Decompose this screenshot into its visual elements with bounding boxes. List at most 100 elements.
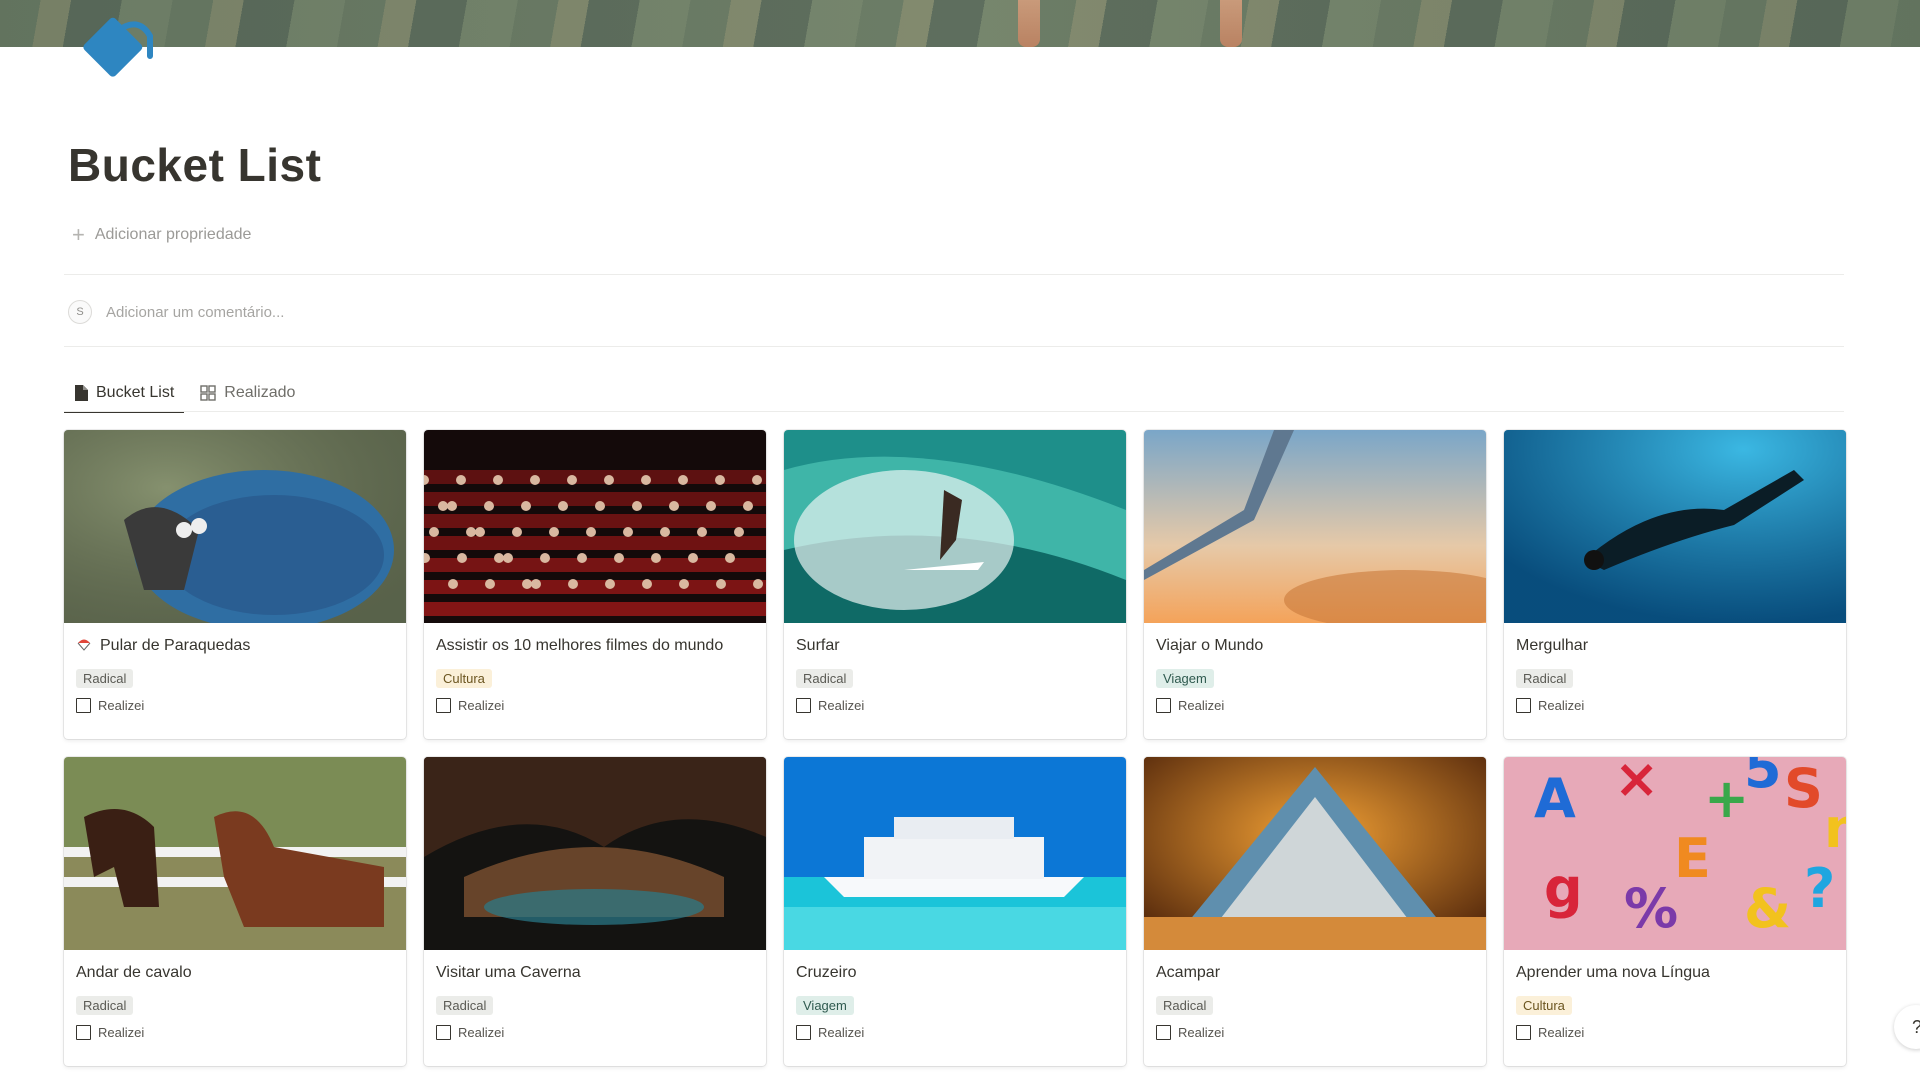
svg-text:?: ? bbox=[1804, 857, 1835, 920]
card-cover-image bbox=[64, 757, 406, 950]
checkbox-label: Realizei bbox=[98, 1025, 145, 1040]
checkbox-label: Realizei bbox=[98, 698, 145, 713]
realizei-checkbox-row[interactable]: Realizei bbox=[796, 698, 1114, 713]
checkbox-label: Realizei bbox=[818, 1025, 865, 1040]
tag-badge: Cultura bbox=[436, 669, 492, 688]
card-title: Surfar bbox=[796, 637, 840, 654]
document-icon bbox=[75, 385, 88, 401]
page-cover[interactable] bbox=[0, 0, 1920, 47]
svg-text:n: n bbox=[1824, 797, 1846, 860]
card-cover-image bbox=[424, 757, 766, 950]
svg-text:&: & bbox=[1744, 877, 1791, 940]
card-title: Acampar bbox=[1156, 964, 1221, 981]
avatar: S bbox=[68, 300, 92, 324]
gallery-icon bbox=[200, 385, 216, 401]
realizei-checkbox-row[interactable]: Realizei bbox=[436, 698, 754, 713]
paint-bucket-icon[interactable] bbox=[70, 10, 160, 90]
realizei-checkbox[interactable] bbox=[436, 1025, 451, 1040]
cover-legs bbox=[1018, 0, 1040, 47]
tag-badge: Radical bbox=[436, 996, 494, 1015]
card-title: Viajar o Mundo bbox=[1156, 637, 1264, 654]
tag-badge: Radical bbox=[76, 996, 134, 1015]
tab-bucket-list[interactable]: Bucket List bbox=[64, 374, 185, 413]
card-title: Cruzeiro bbox=[796, 964, 857, 981]
checkbox-label: Realizei bbox=[458, 1025, 505, 1040]
comment-input[interactable]: S Adicionar um comentário... bbox=[68, 300, 284, 324]
checkbox-label: Realizei bbox=[1538, 698, 1585, 713]
tab-label: Bucket List bbox=[96, 384, 175, 401]
checkbox-label: Realizei bbox=[1178, 698, 1225, 713]
tag-badge: Cultura bbox=[1516, 996, 1572, 1015]
realizei-checkbox-row[interactable]: Realizei bbox=[76, 1025, 394, 1040]
svg-text:S: S bbox=[1784, 757, 1823, 820]
realizei-checkbox-row[interactable]: Realizei bbox=[436, 1025, 754, 1040]
card-cover-image bbox=[1504, 430, 1846, 623]
page-title[interactable]: Bucket List bbox=[68, 138, 321, 192]
gallery-card[interactable]: Andar de cavalo Radical Realizei bbox=[64, 757, 406, 1066]
add-property-button[interactable]: + Adicionar propriedade bbox=[72, 224, 251, 246]
gallery-card[interactable]: Acampar Radical Realizei bbox=[1144, 757, 1486, 1066]
tag-badge: Radical bbox=[1156, 996, 1214, 1015]
gallery-card[interactable]: A S E? +5 n g ×% & Aprender uma nova Língua Cultu… bbox=[1504, 757, 1846, 1066]
card-title: Pular de Paraquedas bbox=[76, 635, 394, 657]
card-title: Andar de cavalo bbox=[76, 964, 192, 981]
tag-badge: Viagem bbox=[1156, 669, 1214, 688]
realizei-checkbox[interactable] bbox=[1156, 698, 1171, 713]
tab-label: Realizado bbox=[224, 384, 296, 401]
svg-text:A: A bbox=[1534, 767, 1576, 830]
gallery-card[interactable]: Visitar uma Caverna Radical Realizei bbox=[424, 757, 766, 1066]
gallery-card[interactable]: Pular de Paraquedas Radical Realizei bbox=[64, 430, 406, 739]
help-button[interactable]: ? bbox=[1894, 1005, 1920, 1049]
tag-badge: Radical bbox=[796, 669, 854, 688]
tab-realizado[interactable]: Realizado bbox=[190, 374, 305, 412]
plus-icon: + bbox=[72, 222, 85, 247]
divider bbox=[64, 274, 1844, 275]
divider bbox=[64, 346, 1844, 347]
divider bbox=[64, 411, 1844, 412]
checkbox-label: Realizei bbox=[818, 698, 865, 713]
realizei-checkbox-row[interactable]: Realizei bbox=[1156, 698, 1474, 713]
realizei-checkbox[interactable] bbox=[796, 1025, 811, 1040]
tag-badge: Radical bbox=[1516, 669, 1574, 688]
card-cover-image bbox=[784, 430, 1126, 623]
realizei-checkbox[interactable] bbox=[76, 1025, 91, 1040]
card-cover-image bbox=[424, 430, 766, 623]
svg-text:5: 5 bbox=[1744, 757, 1782, 800]
realizei-checkbox[interactable] bbox=[1516, 698, 1531, 713]
svg-text:E: E bbox=[1674, 827, 1711, 890]
comment-placeholder: Adicionar um comentário... bbox=[106, 303, 285, 321]
gallery-card[interactable]: Mergulhar Radical Realizei bbox=[1504, 430, 1846, 739]
card-cover-image bbox=[1144, 757, 1486, 950]
gallery-card[interactable]: Assistir os 10 melhores filmes do mundo C… bbox=[424, 430, 766, 739]
gallery-card[interactable]: Cruzeiro Viagem Realizei bbox=[784, 757, 1126, 1066]
card-title: Mergulhar bbox=[1516, 637, 1589, 654]
realizei-checkbox-row[interactable]: Realizei bbox=[796, 1025, 1114, 1040]
cover-legs bbox=[1220, 0, 1242, 47]
realizei-checkbox[interactable] bbox=[1516, 1025, 1531, 1040]
realizei-checkbox[interactable] bbox=[76, 698, 91, 713]
realizei-checkbox-row[interactable]: Realizei bbox=[1516, 698, 1834, 713]
gallery-card[interactable]: Viajar o Mundo Viagem Realizei bbox=[1144, 430, 1486, 739]
realizei-checkbox-row[interactable]: Realizei bbox=[76, 698, 394, 713]
parachute-icon bbox=[76, 636, 92, 657]
checkbox-label: Realizei bbox=[1178, 1025, 1225, 1040]
realizei-checkbox[interactable] bbox=[436, 698, 451, 713]
card-title: Assistir os 10 melhores filmes do mundo bbox=[436, 637, 724, 654]
realizei-checkbox[interactable] bbox=[796, 698, 811, 713]
checkbox-label: Realizei bbox=[1538, 1025, 1585, 1040]
card-title: Visitar uma Caverna bbox=[436, 964, 581, 981]
svg-text:+: + bbox=[1704, 767, 1749, 830]
svg-text:g: g bbox=[1544, 857, 1583, 920]
realizei-checkbox-row[interactable]: Realizei bbox=[1516, 1025, 1834, 1040]
svg-text:×: × bbox=[1614, 757, 1659, 810]
gallery-card[interactable]: Surfar Radical Realizei bbox=[784, 430, 1126, 739]
tag-badge: Radical bbox=[76, 669, 134, 688]
add-property-label: Adicionar propriedade bbox=[94, 226, 252, 243]
card-cover-image bbox=[1144, 430, 1486, 623]
card-title: Aprender uma nova Língua bbox=[1516, 964, 1710, 981]
realizei-checkbox[interactable] bbox=[1156, 1025, 1171, 1040]
view-tabs: Bucket List Realizado bbox=[64, 374, 305, 413]
realizei-checkbox-row[interactable]: Realizei bbox=[1156, 1025, 1474, 1040]
gallery-grid: Pular de Paraquedas Radical Realizei Assis… bbox=[64, 430, 1846, 1066]
checkbox-label: Realizei bbox=[458, 698, 505, 713]
